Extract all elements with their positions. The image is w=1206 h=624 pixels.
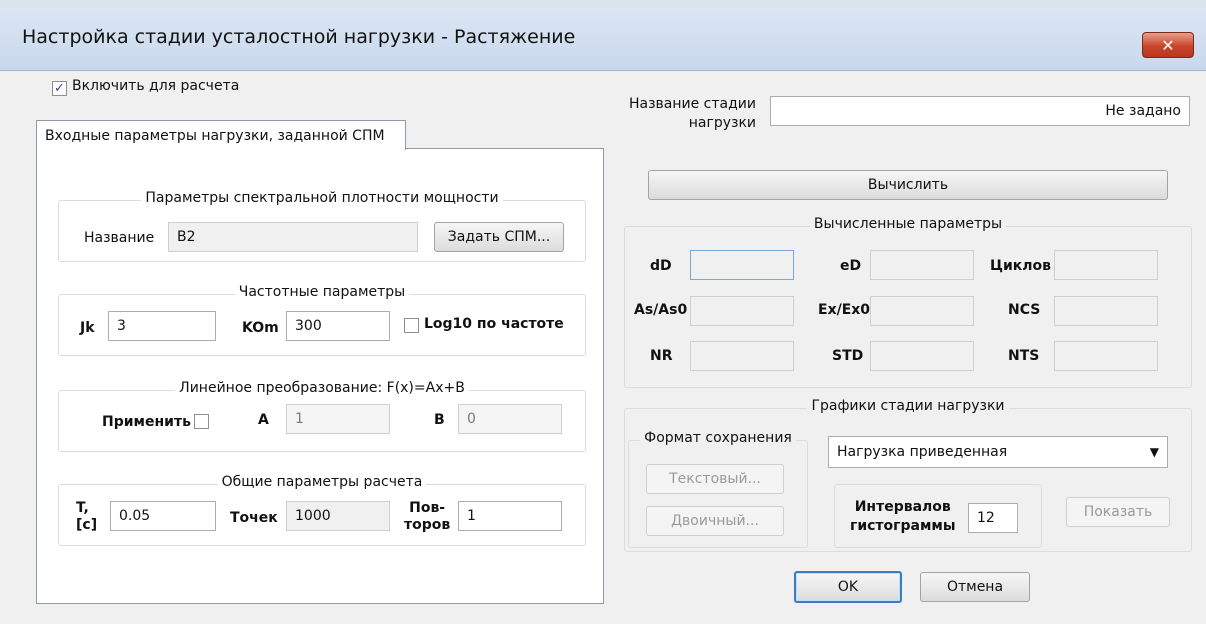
text-format-button[interactable]: Текстовый... xyxy=(646,464,784,494)
compute-button[interactable]: Вычислить xyxy=(648,170,1168,200)
NR-field xyxy=(690,341,794,371)
show-label: Показать xyxy=(1083,504,1153,520)
t-label: T, [c] xyxy=(76,500,97,534)
close-icon: ✕ xyxy=(1161,35,1175,55)
kom-input[interactable]: 300 xyxy=(286,311,390,341)
spm-legend: Параметры спектральной плотности мощност… xyxy=(141,190,503,206)
spm-name-field: B2 xyxy=(168,222,418,252)
jk-label: Jk xyxy=(80,320,95,336)
AsAs0-field xyxy=(690,296,794,326)
dropdown-arrow-icon: ▼ xyxy=(1149,445,1159,459)
hist-label-line2: гистограммы xyxy=(850,518,956,534)
NTS-field xyxy=(1054,341,1158,371)
repeats-label: Пов- торов xyxy=(404,500,450,534)
NR-label: NR xyxy=(650,348,673,364)
apply-label: Применить xyxy=(102,414,191,430)
points-label: Точек xyxy=(230,510,278,526)
repeats-label-line1: Пов- xyxy=(409,500,446,516)
b-input[interactable]: 0 xyxy=(458,404,562,434)
graph-type-select[interactable]: Нагрузка приведенная ▼ xyxy=(828,436,1168,468)
set-spm-label: Задать СПМ... xyxy=(447,229,551,245)
NCS-label: NCS xyxy=(1008,302,1041,318)
hist-label-line1: Интервалов xyxy=(854,499,951,515)
eD-label: eD xyxy=(840,258,862,274)
cycles-label: Циклов xyxy=(990,258,1052,274)
hist-intervals-input[interactable]: 12 xyxy=(968,503,1018,533)
linear-legend: Линейное преобразование: F(x)=Ax+B xyxy=(175,380,469,396)
NTS-label: NTS xyxy=(1008,348,1040,364)
hist-label: Интервалов гистограммы xyxy=(850,498,956,536)
stage-name-value: Не задано xyxy=(1105,103,1181,119)
binary-format-button[interactable]: Двоичный... xyxy=(646,506,784,536)
t-value: 0.05 xyxy=(119,508,151,524)
freq-legend: Частотные параметры xyxy=(234,284,410,300)
tab-label: Входные параметры нагрузки, заданной СПМ xyxy=(45,127,385,144)
NCS-field xyxy=(1054,296,1158,326)
show-button[interactable]: Показать xyxy=(1066,497,1170,527)
b-label: B xyxy=(434,412,445,428)
a-value: 1 xyxy=(295,411,304,427)
graph-type-value: Нагрузка приведенная xyxy=(837,444,1008,460)
repeats-value: 1 xyxy=(467,508,476,524)
compute-label: Вычислить xyxy=(867,177,949,193)
format-legend: Формат сохранения xyxy=(640,430,796,446)
t-input[interactable]: 0.05 xyxy=(110,501,216,531)
spm-name-value: B2 xyxy=(177,229,196,245)
general-legend: Общие параметры расчета xyxy=(217,474,427,490)
background-strip xyxy=(0,0,1206,8)
log10-checkbox[interactable] xyxy=(404,318,419,333)
ok-button[interactable]: OK xyxy=(794,571,902,603)
include-checkbox[interactable]: ✓ xyxy=(52,81,67,96)
dD-label: dD xyxy=(650,258,672,274)
STD-label: STD xyxy=(832,348,864,364)
ok-label: OK xyxy=(837,579,859,595)
cancel-label: Отмена xyxy=(946,579,1004,595)
t-label-line1: T, xyxy=(76,500,89,516)
a-input[interactable]: 1 xyxy=(286,404,390,434)
tab-input-params[interactable]: Входные параметры нагрузки, заданной СПМ xyxy=(36,120,406,150)
repeats-input[interactable]: 1 xyxy=(458,501,562,531)
jk-input[interactable]: 3 xyxy=(108,311,216,341)
close-button[interactable]: ✕ xyxy=(1142,32,1194,58)
graphs-legend: Графики стадии нагрузки xyxy=(807,398,1009,414)
ExEx0-field xyxy=(870,296,974,326)
jk-value: 3 xyxy=(117,318,126,334)
text-format-label: Текстовый... xyxy=(669,471,761,487)
points-value: 1000 xyxy=(295,508,331,524)
kom-value: 300 xyxy=(295,318,322,334)
dD-field xyxy=(690,250,794,280)
stage-name-label-line1: Название стадии xyxy=(628,96,756,112)
stage-name-input[interactable]: Не задано xyxy=(770,96,1190,126)
ExEx0-label: Ex/Ex0 xyxy=(818,302,871,318)
apply-checkbox[interactable] xyxy=(194,414,209,429)
kom-label: KOm xyxy=(242,320,279,336)
log10-label: Log10 по частоте xyxy=(424,316,564,332)
check-icon: ✓ xyxy=(54,81,65,96)
set-spm-button[interactable]: Задать СПМ... xyxy=(434,222,564,252)
hist-intervals-value: 12 xyxy=(977,510,995,526)
window-title: Настройка стадии усталостной нагрузки - … xyxy=(22,26,576,48)
a-label: A xyxy=(258,412,269,428)
stage-name-label-line2: нагрузки xyxy=(688,115,756,131)
eD-field xyxy=(870,250,974,280)
STD-field xyxy=(870,341,974,371)
binary-format-label: Двоичный... xyxy=(671,513,759,529)
cancel-button[interactable]: Отмена xyxy=(920,572,1030,602)
spm-name-label: Название xyxy=(84,230,155,246)
AsAs0-label: As/As0 xyxy=(634,302,688,318)
include-label: Включить для расчета xyxy=(72,78,240,94)
t-label-line2: [c] xyxy=(76,517,98,533)
repeats-label-line2: торов xyxy=(404,517,451,533)
points-field: 1000 xyxy=(286,501,390,531)
computed-legend: Вычисленные параметры xyxy=(809,216,1007,232)
cycles-field xyxy=(1054,250,1158,280)
b-value: 0 xyxy=(467,411,476,427)
stage-name-label: Название стадии нагрузки xyxy=(622,95,756,133)
